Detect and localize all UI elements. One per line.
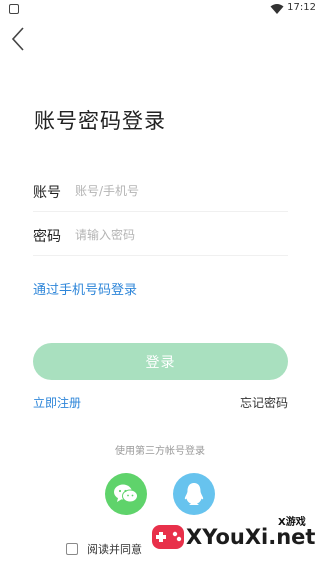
password-input[interactable] (75, 224, 285, 246)
agreement-row: 阅读并同意 (66, 541, 142, 557)
chevron-left-icon (11, 27, 24, 51)
wechat-icon (114, 484, 138, 503)
account-label: 账号 (33, 185, 61, 201)
qq-icon (184, 483, 204, 505)
phone-login-link[interactable]: 通过手机号码登录 (33, 279, 137, 298)
back-button[interactable] (4, 24, 32, 54)
agreement-checkbox[interactable] (66, 543, 78, 555)
agreement-text: 阅读并同意 (87, 543, 142, 556)
status-time: 17:12 (287, 2, 316, 13)
password-field-row: 密码 (33, 214, 288, 256)
watermark-main-text: XYouXi.net (186, 525, 316, 549)
password-label: 密码 (33, 229, 61, 245)
account-input[interactable] (75, 180, 285, 202)
register-link[interactable]: 立即注册 (33, 394, 81, 411)
login-button[interactable]: 登录 (33, 343, 288, 380)
notification-icon (9, 4, 19, 14)
watermark-logo-icon (152, 525, 184, 549)
status-bar: 17:12 (0, 0, 320, 18)
wechat-login-button[interactable] (105, 473, 147, 515)
account-field-row: 账号 (33, 170, 288, 212)
third-party-label: 使用第三方帐号登录 (115, 446, 205, 457)
watermark: X游戏 XYouXi.net (148, 505, 318, 565)
forgot-password-link[interactable]: 忘记密码 (240, 394, 288, 411)
page-title: 账号密码登录 (34, 109, 166, 133)
